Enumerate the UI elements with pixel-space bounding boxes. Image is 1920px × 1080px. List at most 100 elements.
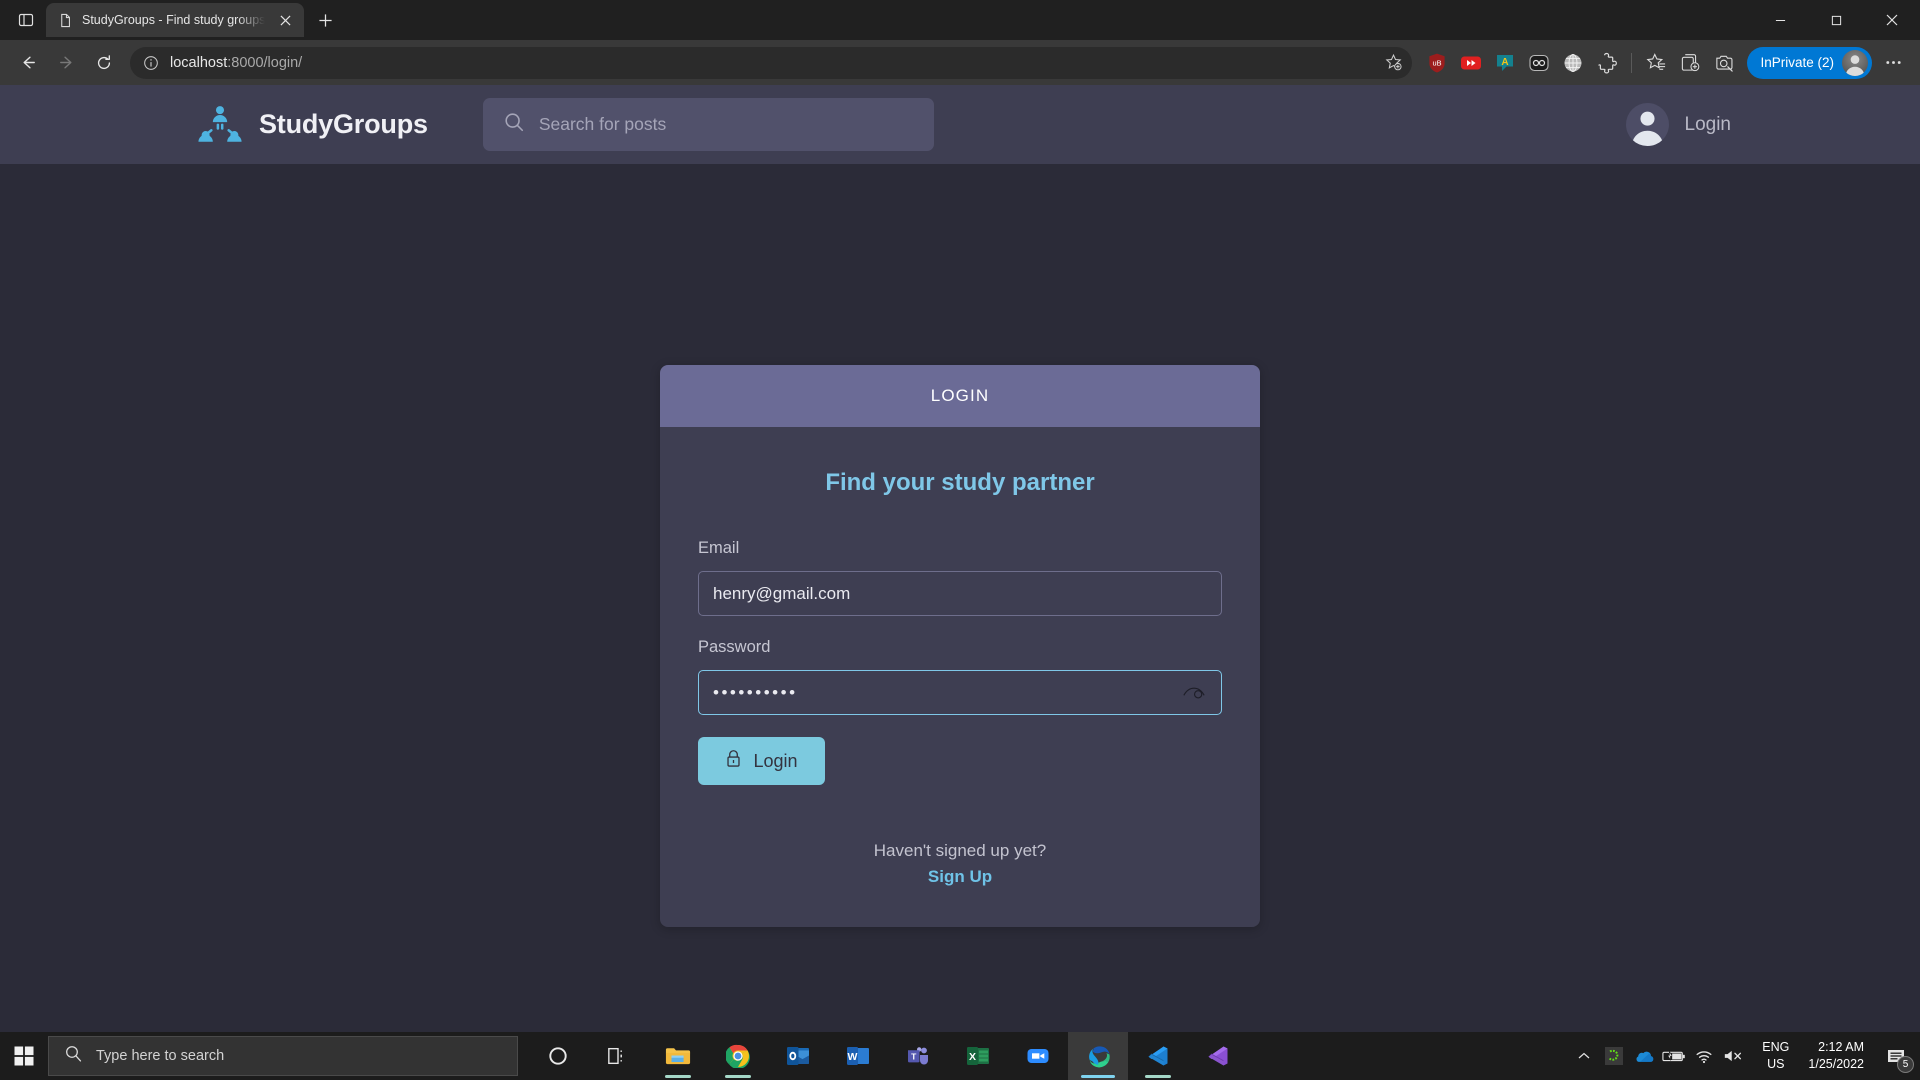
login-submit-label: Login (753, 751, 797, 772)
close-icon[interactable] (274, 9, 296, 31)
zoom-icon[interactable] (1008, 1032, 1068, 1080)
system-tray: ENG US 2:12 AM 1/25/2022 5 (1569, 1032, 1920, 1080)
info-circle-icon[interactable] (140, 52, 162, 74)
clock-time: 2:12 AM (1818, 1039, 1864, 1056)
search-input[interactable]: Search for posts (483, 98, 934, 151)
microsoft-edge-icon[interactable] (1068, 1032, 1128, 1080)
header-login-link[interactable]: Login (1685, 114, 1732, 136)
svg-text:W: W (848, 1051, 858, 1063)
collections-add-icon[interactable] (1673, 46, 1707, 80)
login-card-title: LOGIN (931, 386, 989, 406)
honey-icon[interactable] (1522, 46, 1556, 80)
password-value: •••••••••• (713, 683, 1173, 703)
plus-icon[interactable] (308, 3, 342, 37)
file-explorer-icon[interactable] (648, 1032, 708, 1080)
window-close-icon[interactable] (1864, 0, 1920, 40)
more-dots-icon[interactable] (1876, 46, 1910, 80)
web-capture-icon[interactable] (1707, 46, 1741, 80)
brand[interactable]: StudyGroups (197, 102, 428, 148)
tab-title: StudyGroups - Find study groups (82, 13, 265, 27)
chevron-up-icon[interactable] (1569, 1032, 1599, 1080)
login-submit-button[interactable]: Login (698, 737, 825, 785)
browser-tab[interactable]: StudyGroups - Find study groups (46, 3, 304, 37)
eye-icon[interactable] (1181, 680, 1207, 706)
signup-prompt: Haven't signed up yet? (698, 841, 1222, 861)
clock-date: 1/25/2022 (1808, 1056, 1864, 1073)
signup-prompt-block: Haven't signed up yet? Sign Up (698, 841, 1222, 887)
study-group-logo-icon (197, 102, 243, 148)
login-card: LOGIN Find your study partner Email henr… (660, 365, 1260, 927)
edge-browser-window: StudyGroups - Find study groups (0, 0, 1920, 1080)
outlook-icon[interactable] (768, 1032, 828, 1080)
taskbar-apps: W T X (528, 1032, 1248, 1080)
extensions-puzzle-icon[interactable] (1590, 46, 1624, 80)
window-controls (1752, 0, 1920, 40)
arrow-right-icon[interactable] (48, 45, 84, 81)
search-placeholder: Search for posts (539, 114, 666, 135)
search-icon (503, 111, 525, 138)
video-speed-controller-icon[interactable] (1454, 46, 1488, 80)
task-view-icon[interactable] (588, 1032, 648, 1080)
taskbar-search-placeholder: Type here to search (96, 1048, 224, 1064)
tagline: Find your study partner (698, 469, 1222, 497)
clock[interactable]: 2:12 AM 1/25/2022 (1802, 1032, 1876, 1080)
arrow-left-icon[interactable] (10, 45, 46, 81)
inprivate-profile-button[interactable]: InPrivate (2) (1747, 47, 1872, 79)
windows-start-icon[interactable] (0, 1032, 48, 1080)
navigation-toolbar: localhost:8000/login/ uB A (0, 40, 1920, 85)
web-translate-icon[interactable] (1556, 46, 1590, 80)
password-field-group: Password •••••••••• (698, 638, 1222, 715)
notification-count-badge: 5 (1897, 1056, 1914, 1073)
excel-icon[interactable]: X (948, 1032, 1008, 1080)
page-icon (57, 12, 73, 28)
password-label: Password (698, 638, 1222, 657)
site-header: StudyGroups Search for posts Login (0, 85, 1920, 164)
password-input[interactable]: •••••••••• (698, 670, 1222, 715)
language-bottom: US (1767, 1056, 1784, 1073)
language-top: ENG (1762, 1039, 1789, 1056)
login-card-body: Find your study partner Email henry@gmai… (660, 427, 1260, 927)
url-host: localhost (170, 55, 227, 71)
page-viewport: StudyGroups Search for posts Login LOGIN (0, 85, 1920, 1032)
nvidia-app-icon[interactable] (1599, 1032, 1629, 1080)
vscode-insiders-icon[interactable] (1188, 1032, 1248, 1080)
email-field-group: Email henry@gmail.com (698, 539, 1222, 616)
grammarly-icon[interactable]: A (1488, 46, 1522, 80)
svg-text:A: A (1502, 56, 1509, 67)
wifi-icon[interactable] (1689, 1032, 1719, 1080)
address-bar-text: localhost:8000/login/ (170, 55, 1372, 71)
login-card-header: LOGIN (660, 365, 1260, 427)
taskbar-search-input[interactable]: Type here to search (48, 1036, 518, 1076)
search-icon (65, 1045, 82, 1067)
favorites-star-icon[interactable] (1639, 46, 1673, 80)
extensions-row: uB A (1420, 46, 1910, 80)
svg-text:T: T (911, 1051, 917, 1061)
notifications-icon[interactable]: 5 (1876, 1032, 1916, 1080)
minimize-icon[interactable] (1752, 0, 1808, 40)
onedrive-cloud-icon[interactable] (1629, 1032, 1659, 1080)
user-avatar-icon (1626, 103, 1669, 146)
star-add-icon[interactable] (1380, 50, 1406, 76)
header-account[interactable]: Login (1626, 103, 1732, 146)
language-indicator[interactable]: ENG US (1749, 1032, 1802, 1080)
avatar-icon (1842, 50, 1868, 76)
cortana-icon[interactable] (528, 1032, 588, 1080)
battery-charging-icon[interactable] (1659, 1032, 1689, 1080)
svg-text:uB: uB (1433, 58, 1442, 67)
volume-muted-icon[interactable] (1719, 1032, 1749, 1080)
windows-taskbar: Type here to search W T (0, 1032, 1920, 1080)
teams-icon[interactable]: T (888, 1032, 948, 1080)
brand-name: StudyGroups (259, 109, 428, 140)
url-path: :8000/login/ (227, 55, 302, 71)
google-chrome-icon[interactable] (708, 1032, 768, 1080)
tab-search-icon[interactable] (6, 0, 46, 40)
address-bar[interactable]: localhost:8000/login/ (130, 47, 1412, 79)
refresh-icon[interactable] (86, 45, 122, 81)
email-input[interactable]: henry@gmail.com (698, 571, 1222, 616)
ublock-origin-icon[interactable]: uB (1420, 46, 1454, 80)
word-icon[interactable]: W (828, 1032, 888, 1080)
maximize-icon[interactable] (1808, 0, 1864, 40)
vscode-icon[interactable] (1128, 1032, 1188, 1080)
tab-strip: StudyGroups - Find study groups (0, 0, 1920, 40)
signup-link[interactable]: Sign Up (928, 867, 992, 887)
